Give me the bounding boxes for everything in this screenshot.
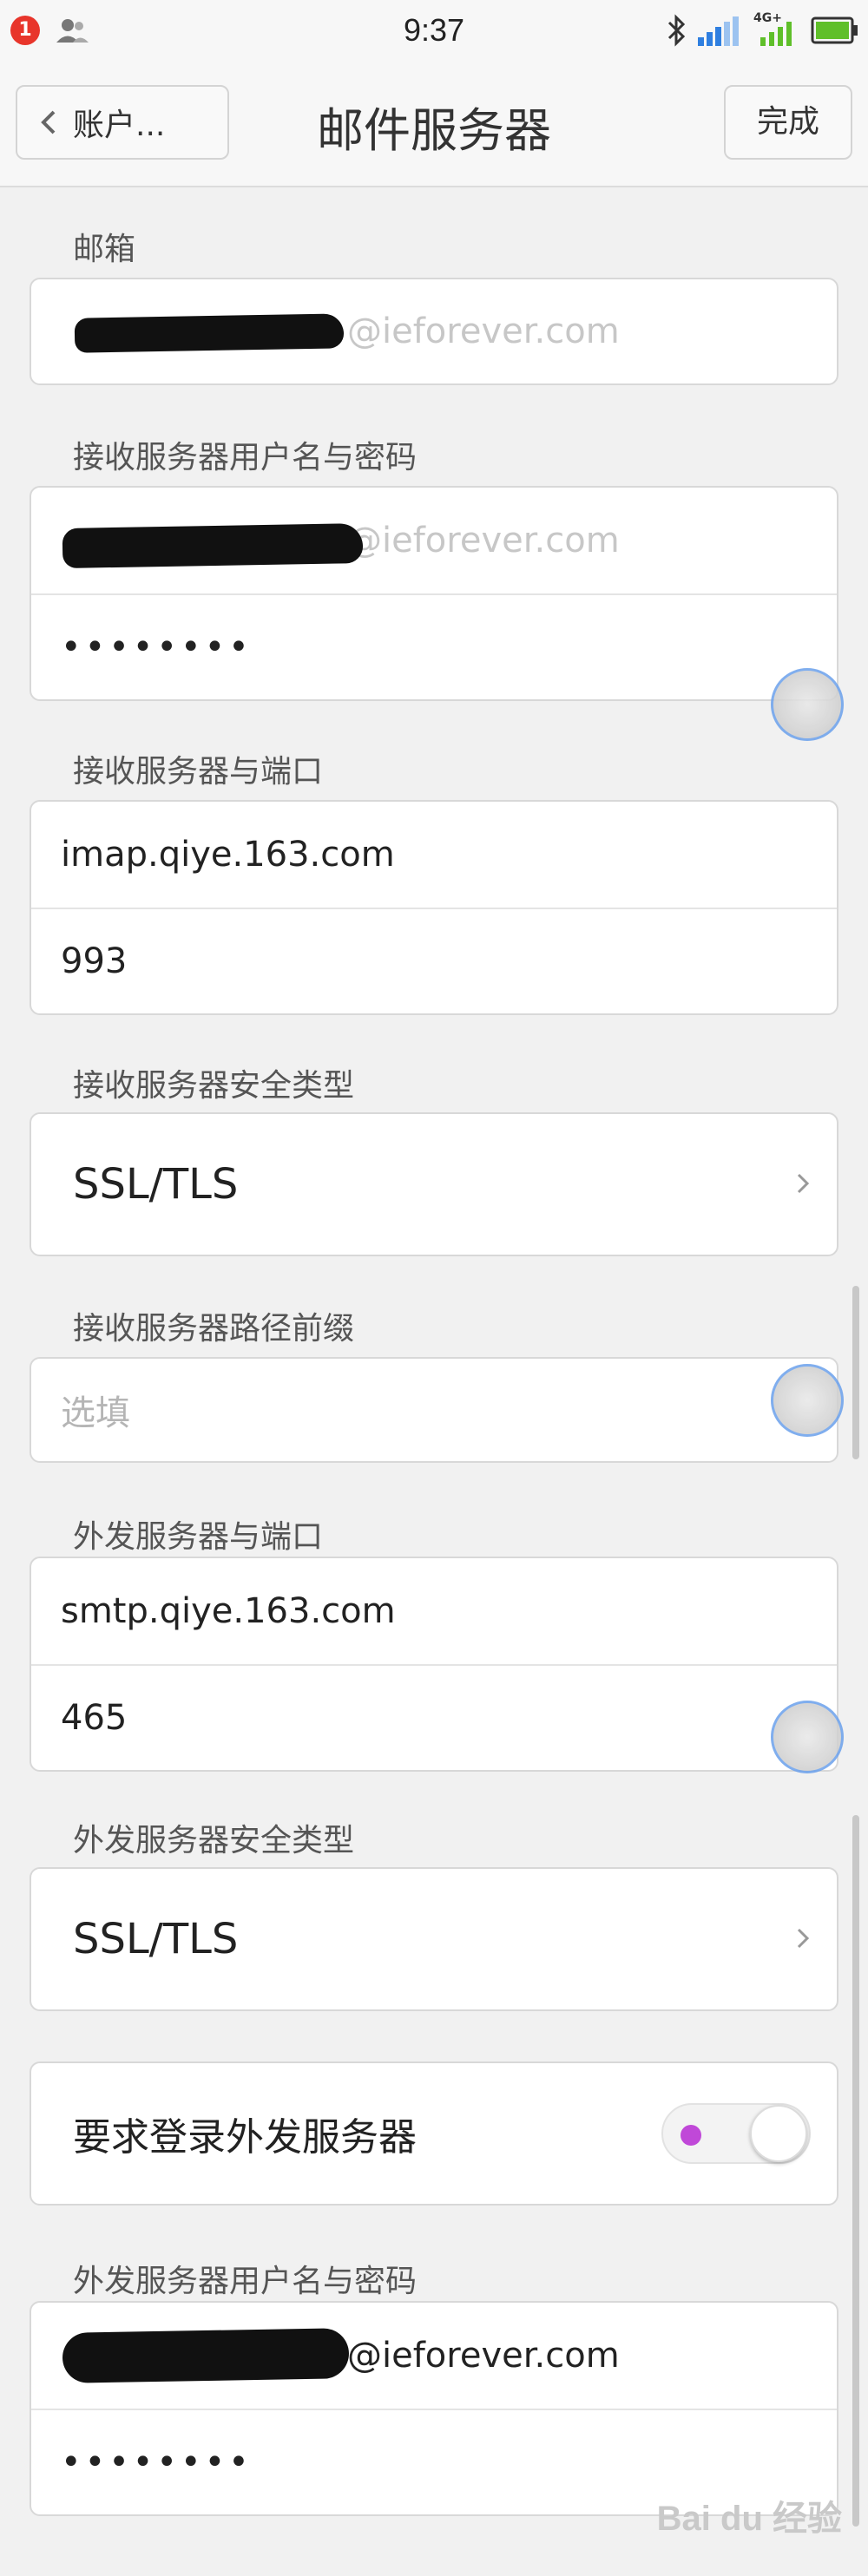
outgoing-username-value: @ieforever.com — [347, 2336, 620, 2376]
incoming-security-value: SSL/TLS — [73, 1160, 239, 1209]
incoming-username-field[interactable]: @ieforever.com — [31, 488, 837, 593]
incoming-server-card: imap.qiye.163.com 993 — [30, 800, 838, 1015]
watermark: Bai du 经验 — [656, 2500, 842, 2538]
outgoing-security-select[interactable]: SSL/TLS — [31, 1869, 837, 2009]
redaction-mark — [62, 522, 364, 569]
path-prefix-card: 选填 — [30, 1357, 838, 1463]
back-button[interactable]: 账户... — [16, 85, 229, 160]
require-login-row: 要求登录外发服务器 — [31, 2063, 837, 2204]
incoming-username-value: @ieforever.com — [347, 521, 620, 560]
back-button-label: 账户... — [73, 108, 166, 143]
outgoing-username-field[interactable]: @ieforever.com — [31, 2303, 837, 2409]
outgoing-server-card: smtp.qiye.163.com 465 — [30, 1557, 838, 1772]
incoming-port-value: 993 — [61, 941, 128, 981]
email-value: @ieforever.com — [347, 311, 620, 351]
floating-assist-button[interactable] — [771, 1701, 844, 1773]
navigation-bar: 账户... 邮件服务器 完成 — [0, 61, 868, 187]
outgoing-port-value: 465 — [61, 1698, 128, 1738]
status-bar: 1 9:37 4G+ — [0, 0, 868, 61]
chevron-right-icon — [797, 1928, 810, 1949]
chevron-right-icon — [797, 1173, 810, 1194]
incoming-server-label: 接收服务器与端口 — [73, 754, 324, 790]
bluetooth-icon — [667, 14, 686, 47]
scrollbar[interactable] — [852, 1286, 859, 1459]
incoming-security-card: SSL/TLS — [30, 1112, 838, 1256]
scrollbar[interactable] — [852, 1815, 859, 2527]
incoming-security-label: 接收服务器安全类型 — [73, 1068, 355, 1104]
email-field[interactable]: @ieforever.com — [31, 279, 837, 383]
outgoing-security-label: 外发服务器安全类型 — [73, 1823, 355, 1858]
battery-icon — [811, 16, 858, 44]
done-button[interactable]: 完成 — [724, 85, 852, 160]
require-login-label: 要求登录外发服务器 — [73, 2115, 417, 2160]
outgoing-password-value: •••••••• — [61, 2442, 253, 2482]
outgoing-credentials-card: @ieforever.com •••••••• — [30, 2301, 838, 2516]
incoming-credentials-label: 接收服务器用户名与密码 — [73, 440, 418, 475]
incoming-host-field[interactable]: imap.qiye.163.com — [31, 802, 837, 908]
redaction-mark — [74, 313, 345, 353]
incoming-credentials-card: @ieforever.com •••••••• — [30, 486, 838, 701]
signal-icon — [698, 16, 739, 46]
email-section-label: 邮箱 — [73, 232, 136, 267]
outgoing-security-value: SSL/TLS — [73, 1915, 239, 1963]
incoming-password-field[interactable]: •••••••• — [31, 593, 837, 699]
require-login-card: 要求登录外发服务器 — [30, 2061, 838, 2206]
outgoing-host-field[interactable]: smtp.qiye.163.com — [31, 1558, 837, 1664]
network-4g-icon: 4G+ — [753, 11, 802, 48]
outgoing-port-field[interactable]: 465 — [31, 1664, 837, 1770]
outgoing-host-value: smtp.qiye.163.com — [61, 1591, 396, 1631]
incoming-host-value: imap.qiye.163.com — [61, 835, 395, 875]
outgoing-security-card: SSL/TLS — [30, 1867, 838, 2011]
toggle-knob — [750, 2105, 807, 2162]
incoming-password-value: •••••••• — [61, 627, 253, 667]
floating-assist-button[interactable] — [771, 668, 844, 741]
require-login-toggle[interactable] — [661, 2103, 811, 2164]
toggle-indicator — [681, 2125, 701, 2146]
floating-assist-button[interactable] — [771, 1364, 844, 1437]
redaction-mark — [62, 2328, 350, 2383]
incoming-security-select[interactable]: SSL/TLS — [31, 1114, 837, 1255]
outgoing-credentials-label: 外发服务器用户名与密码 — [73, 2264, 418, 2299]
path-prefix-field[interactable]: 选填 — [31, 1359, 837, 1461]
path-prefix-placeholder: 选填 — [61, 1393, 130, 1433]
outgoing-server-label: 外发服务器与端口 — [73, 1519, 324, 1555]
email-card: @ieforever.com — [30, 278, 838, 385]
chevron-left-icon — [41, 110, 56, 134]
path-prefix-label: 接收服务器路径前缀 — [73, 1311, 355, 1347]
incoming-port-field[interactable]: 993 — [31, 908, 837, 1013]
